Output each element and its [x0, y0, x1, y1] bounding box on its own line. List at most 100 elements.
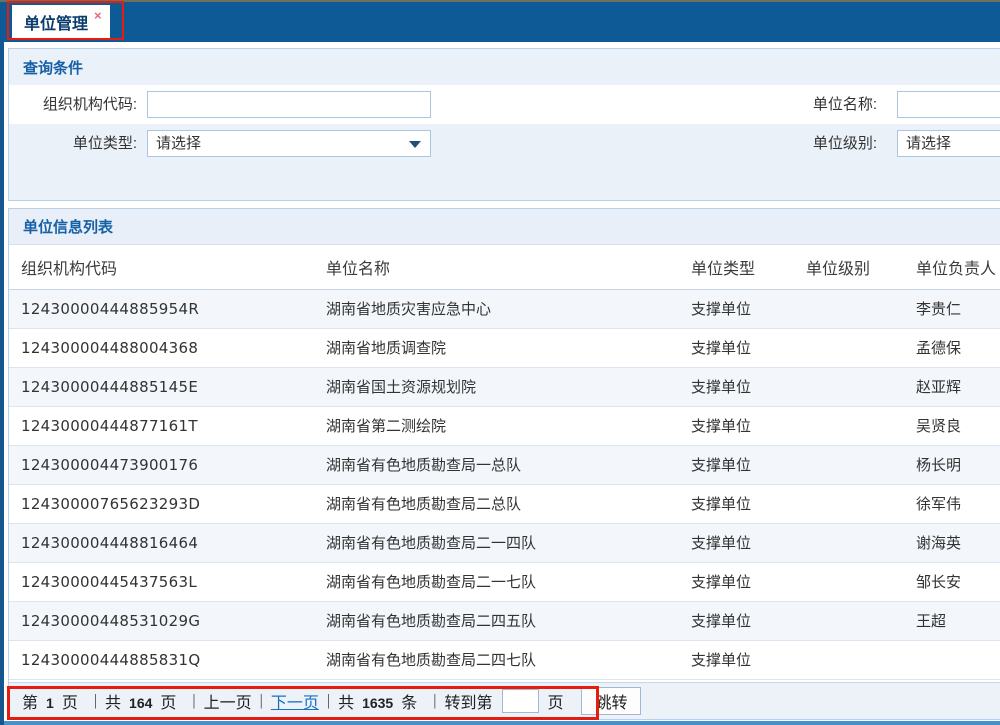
column-header: 组织机构代码: [9, 245, 314, 289]
goto-page-suffix: 页: [547, 689, 563, 713]
tab-title: 单位管理: [24, 10, 88, 34]
org-code-input[interactable]: [147, 91, 431, 118]
unit-level-label: 单位级别:: [765, 124, 877, 163]
cell-code: 12430000444885954R: [9, 289, 314, 328]
cell-code: 12430000444885831Q: [9, 640, 314, 679]
cell-level: [794, 289, 904, 328]
table-row[interactable]: 12430000765623293D湖南省有色地质勘查局二总队支撑单位 徐军伟: [9, 484, 1000, 523]
goto-page-label: 转到第: [444, 689, 492, 713]
table-row[interactable]: 124300004448816464湖南省有色地质勘查局二一四队支撑单位谢海英: [9, 523, 1000, 562]
cell-person: 邹长安: [904, 562, 1000, 601]
unit-type-select[interactable]: 请选择: [147, 130, 431, 157]
cell-person: 杨长明: [904, 445, 1000, 484]
cell-person: 吴贤良: [904, 406, 1000, 445]
cell-type: 支撑单位: [679, 289, 794, 328]
cell-name: 湖南省地质灾害应急中心: [314, 289, 679, 328]
list-panel: 单位信息列表 组织机构代码单位名称单位类型单位级别单位负责人 124300004…: [8, 208, 1000, 720]
cell-level: [794, 367, 904, 406]
cell-name: 湖南省有色地质勘查局二总队: [314, 484, 679, 523]
cell-name: 湖南省有色地质勘查局一总队: [314, 445, 679, 484]
table-row[interactable]: 12430000444885954R湖南省地质灾害应急中心支撑单位 李贵仁: [9, 289, 1000, 328]
column-header: 单位负责人: [904, 245, 1000, 289]
cell-person: 孟德保: [904, 328, 1000, 367]
cell-code: 124300004473900176: [9, 445, 314, 484]
cell-code: 12430000765623293D: [9, 484, 314, 523]
cell-code: 12430000444877161T: [9, 406, 314, 445]
total-pages: 共164页: [105, 689, 184, 713]
column-header: 单位类型: [679, 245, 794, 289]
separator: |: [94, 692, 97, 710]
table-row[interactable]: 12430000444877161T湖南省第二测绘院支撑单位吴贤良: [9, 406, 1000, 445]
unit-name-input[interactable]: [897, 91, 1000, 118]
top-tab-bar: 单位管理 ×: [0, 0, 1000, 42]
unit-level-select-value: 请选择: [906, 135, 951, 152]
pagination-bar: 第1页 | 共164页 | 上一页 | 下一页 | 共1635条 | 转到第 页…: [9, 682, 1000, 719]
cell-name: 湖南省有色地质勘查局二四五队: [314, 601, 679, 640]
table-row[interactable]: 12430000444885145E湖南省国土资源规划院支撑单位 赵亚辉: [9, 367, 1000, 406]
table-row[interactable]: 12430000448531029G湖南省有色地质勘查局二四五队支撑单位 王超: [9, 601, 1000, 640]
prev-page-button[interactable]: 上一页: [204, 689, 252, 713]
separator: |: [260, 692, 263, 710]
cell-type: 支撑单位: [679, 562, 794, 601]
cell-name: 湖南省国土资源规划院: [314, 367, 679, 406]
query-panel: 查询条件 组织机构代码: 单位名称: 单位类型: 请选择 单位级别: 请选择: [8, 48, 1000, 201]
table-row[interactable]: 12430000445437563L湖南省有色地质勘查局二一七队支撑单位 邹长安: [9, 562, 1000, 601]
cell-code: 124300004448816464: [9, 523, 314, 562]
jump-button[interactable]: 跳转: [581, 687, 641, 715]
cell-type: 支撑单位: [679, 640, 794, 679]
cell-code: 12430000445437563L: [9, 562, 314, 601]
cell-name: 湖南省有色地质勘查局二一七队: [314, 562, 679, 601]
separator: |: [327, 692, 330, 710]
cell-level: [794, 523, 904, 562]
cell-type: 支撑单位: [679, 328, 794, 367]
cell-type: 支撑单位: [679, 484, 794, 523]
tab-close-icon[interactable]: ×: [94, 8, 102, 23]
unit-table: 组织机构代码单位名称单位类型单位级别单位负责人 1243000044488595…: [9, 245, 1000, 680]
query-row-2: 单位类型: 请选择 单位级别: 请选择: [9, 124, 1000, 163]
cell-code: 12430000444885145E: [9, 367, 314, 406]
cell-person: 李贵仁: [904, 289, 1000, 328]
current-page: 第1页: [22, 689, 86, 713]
cell-code: 12430000448531029G: [9, 601, 314, 640]
column-header: 单位名称: [314, 245, 679, 289]
table-row[interactable]: 124300004473900176湖南省有色地质勘查局一总队支撑单位 杨长明: [9, 445, 1000, 484]
bottom-border-line: [4, 721, 1000, 725]
list-panel-title: 单位信息列表: [9, 209, 1000, 245]
cell-type: 支撑单位: [679, 367, 794, 406]
cell-name: 湖南省有色地质勘查局二四七队: [314, 640, 679, 679]
cell-type: 支撑单位: [679, 445, 794, 484]
unit-name-label: 单位名称:: [765, 85, 877, 124]
unit-level-select[interactable]: 请选择: [897, 130, 1000, 157]
cell-person: [904, 640, 1000, 679]
total-items: 共1635条: [338, 689, 425, 713]
org-code-label: 组织机构代码:: [9, 85, 137, 124]
cell-level: [794, 328, 904, 367]
table-row[interactable]: 12430000444885831Q湖南省有色地质勘查局二四七队支撑单位: [9, 640, 1000, 679]
unit-type-select-value: 请选择: [156, 135, 201, 152]
query-panel-title: 查询条件: [9, 49, 1000, 85]
cell-name: 湖南省有色地质勘查局二一四队: [314, 523, 679, 562]
cell-level: [794, 484, 904, 523]
table-header-row: 组织机构代码单位名称单位类型单位级别单位负责人: [9, 245, 1000, 289]
cell-level: [794, 601, 904, 640]
goto-page-input[interactable]: [502, 689, 539, 713]
query-row-1: 组织机构代码: 单位名称:: [9, 85, 1000, 124]
column-header: 单位级别: [794, 245, 904, 289]
cell-level: [794, 406, 904, 445]
cell-person: 徐军伟: [904, 484, 1000, 523]
cell-level: [794, 562, 904, 601]
cell-name: 湖南省第二测绘院: [314, 406, 679, 445]
separator: |: [433, 692, 436, 710]
table-row[interactable]: 124300004488004368湖南省地质调查院支撑单位孟德保: [9, 328, 1000, 367]
cell-person: 王超: [904, 601, 1000, 640]
chevron-down-icon: [409, 141, 421, 148]
left-border-strip: [0, 42, 4, 725]
cell-type: 支撑单位: [679, 523, 794, 562]
cell-level: [794, 445, 904, 484]
separator: |: [192, 692, 195, 710]
cell-name: 湖南省地质调查院: [314, 328, 679, 367]
tab-unit-management[interactable]: 单位管理 ×: [12, 5, 110, 39]
cell-person: 赵亚辉: [904, 367, 1000, 406]
next-page-link[interactable]: 下一页: [271, 689, 319, 713]
cell-type: 支撑单位: [679, 601, 794, 640]
